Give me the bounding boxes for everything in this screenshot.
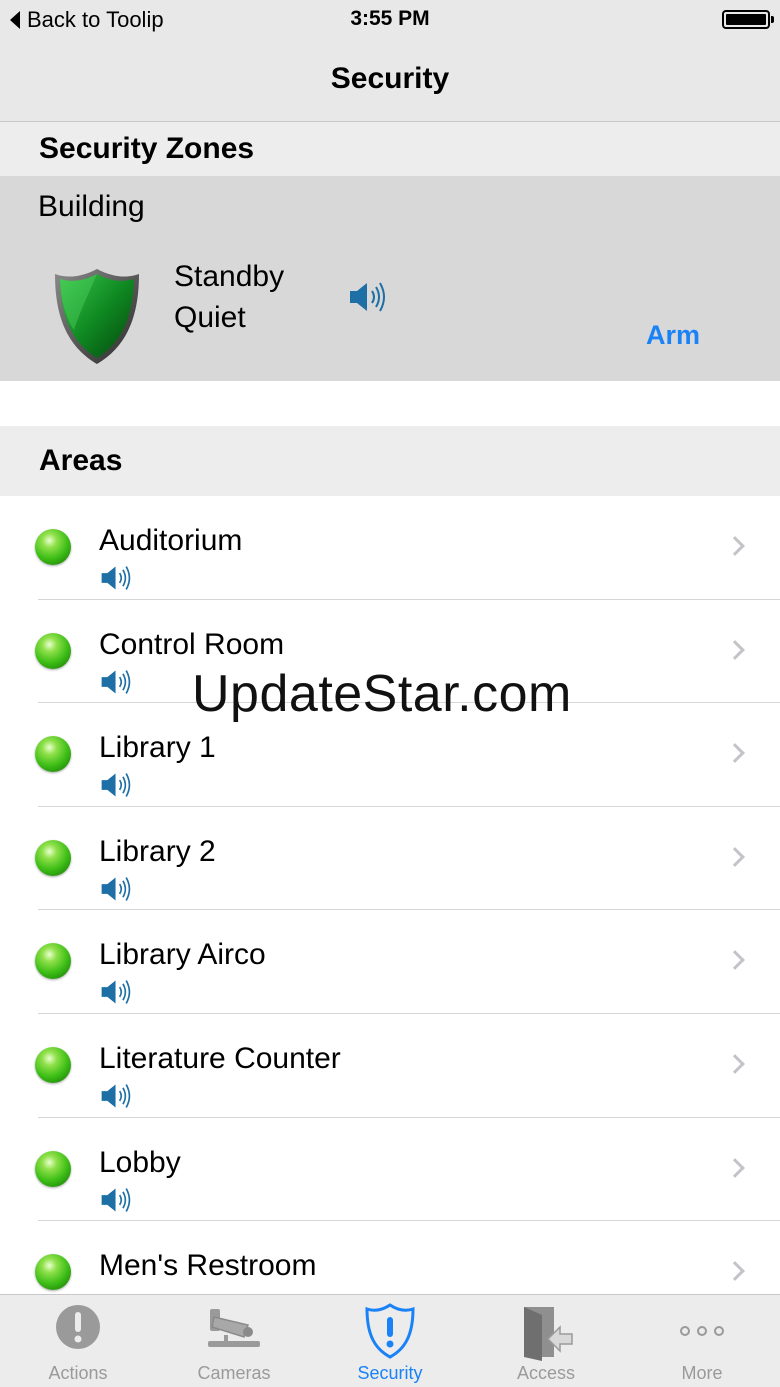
zone-status: Standby Quiet xyxy=(174,256,284,338)
list-item[interactable]: Library 2 xyxy=(0,807,780,911)
zone-sound-text: Quiet xyxy=(174,301,246,334)
camera-icon xyxy=(208,1309,260,1347)
chevron-right-icon xyxy=(725,536,745,556)
status-led-icon xyxy=(35,1150,71,1187)
speaker-icon xyxy=(101,876,131,901)
area-label: Library 2 xyxy=(99,834,216,868)
status-led-icon xyxy=(35,839,71,876)
list-item[interactable]: Library 1 xyxy=(0,703,780,807)
top-bar: Back to Toolip 3:55 PM Security xyxy=(0,0,780,122)
list-item[interactable]: Control Room xyxy=(0,600,780,704)
tab-cameras[interactable]: Cameras xyxy=(156,1295,312,1387)
tab-bar: Actions Cameras Security Access More xyxy=(0,1294,780,1387)
status-led-icon xyxy=(35,736,71,773)
speaker-icon xyxy=(101,773,131,798)
tab-label: More xyxy=(681,1363,723,1383)
status-led-icon xyxy=(35,943,71,980)
chevron-right-icon xyxy=(725,639,745,660)
page-title: Security xyxy=(330,62,450,95)
arm-button[interactable]: Arm xyxy=(646,320,700,351)
list-item[interactable]: Literature Counter xyxy=(0,1014,780,1118)
shield-icon xyxy=(55,269,139,364)
status-time: 3:55 PM xyxy=(350,7,430,30)
area-label: Men's Restroom xyxy=(99,1249,317,1283)
more-dots-icon xyxy=(680,1326,724,1336)
chevron-right-icon xyxy=(725,743,745,764)
chevron-right-icon xyxy=(725,846,745,867)
security-zones-header: Security Zones xyxy=(0,122,780,176)
tab-access[interactable]: Access xyxy=(468,1295,624,1387)
status-led-icon xyxy=(35,529,71,565)
tab-label: Security xyxy=(357,1363,423,1383)
list-item[interactable]: Auditorium xyxy=(0,496,780,600)
chevron-right-icon xyxy=(725,1261,745,1282)
speaker-icon xyxy=(350,282,385,312)
list-item[interactable]: Library Airco xyxy=(0,910,780,1014)
chevron-right-icon xyxy=(725,1157,745,1178)
speaker-icon xyxy=(101,669,131,694)
chevron-right-icon xyxy=(725,1054,745,1074)
area-label: Library Airco xyxy=(99,938,266,972)
area-label: Literature Counter xyxy=(99,1041,341,1075)
area-label: Control Room xyxy=(99,627,285,661)
door-exit-icon xyxy=(524,1307,573,1361)
chevron-right-icon xyxy=(725,950,745,971)
status-led-icon xyxy=(35,632,71,669)
zone-status-text: Standby xyxy=(174,260,285,293)
status-led-icon xyxy=(35,1254,71,1291)
tab-actions[interactable]: Actions xyxy=(0,1295,156,1387)
battery-icon xyxy=(722,10,774,29)
speaker-icon xyxy=(101,980,131,1005)
speaker-icon xyxy=(101,1084,131,1108)
shield-alert-icon xyxy=(365,1303,415,1359)
tab-label: Actions xyxy=(48,1363,108,1383)
tab-label: Cameras xyxy=(197,1363,271,1383)
speaker-icon xyxy=(101,1187,131,1212)
list-item[interactable]: Lobby xyxy=(0,1118,780,1222)
speaker-icon xyxy=(101,566,131,590)
tab-more[interactable]: More xyxy=(624,1295,780,1387)
area-label: Lobby xyxy=(99,1145,181,1179)
area-label: Auditorium xyxy=(99,524,243,557)
zone-name: Building xyxy=(38,190,145,223)
areas-list: Auditorium Control Room Library 1 Librar… xyxy=(0,496,780,1325)
tab-security[interactable]: Security xyxy=(312,1295,468,1387)
exclamation-circle-icon xyxy=(56,1305,100,1349)
areas-header: Areas xyxy=(0,426,780,496)
status-led-icon xyxy=(35,1046,71,1083)
tab-label: Access xyxy=(516,1363,576,1383)
area-label: Library 1 xyxy=(99,731,216,765)
